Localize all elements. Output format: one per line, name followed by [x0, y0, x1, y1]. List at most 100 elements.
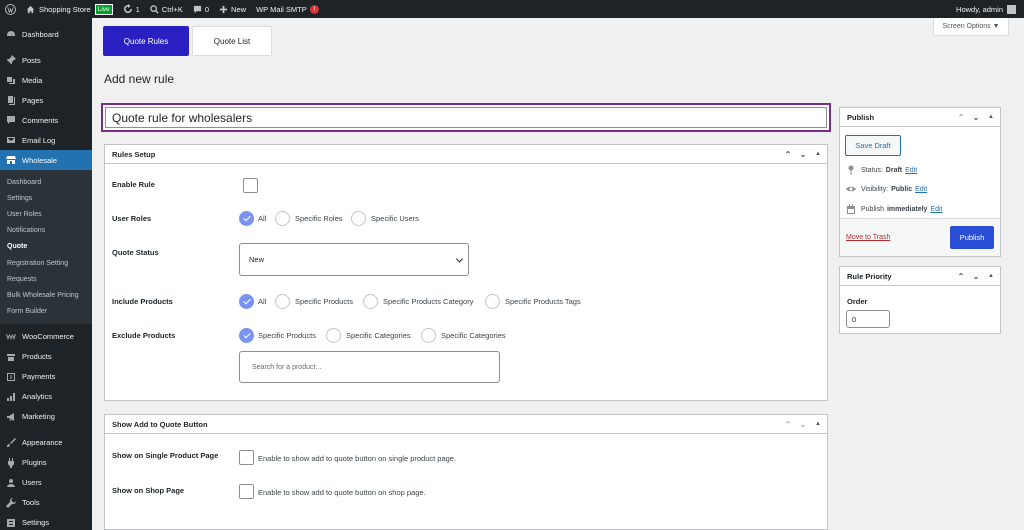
- menu-label: Wholesale: [22, 155, 58, 165]
- plug-icon: [5, 457, 17, 469]
- toggle-panel-icon[interactable]: ▲: [813, 151, 823, 157]
- product-search-input[interactable]: Search for a product...: [239, 351, 500, 383]
- move-down-icon[interactable]: ⌄: [798, 150, 808, 159]
- smtp-label: WP Mail SMTP: [256, 4, 307, 14]
- tab-quote-rules[interactable]: Quote Rules: [103, 26, 189, 56]
- rule-title-input[interactable]: Quote rule for wholesalers: [105, 107, 827, 128]
- rule-priority-header: Rule Priority ⌃ ⌄ ▲: [840, 267, 1000, 286]
- move-up-icon[interactable]: ⌃: [783, 420, 793, 429]
- exclude-specific-products-radio[interactable]: [239, 328, 254, 343]
- tab-quote-list[interactable]: Quote List: [192, 26, 272, 56]
- menu-item-posts[interactable]: Posts: [0, 50, 92, 70]
- wordpress-logo-icon[interactable]: [0, 0, 21, 18]
- site-name-link[interactable]: Shopping Store Live: [21, 0, 118, 18]
- menu-item-comments[interactable]: Comments: [0, 110, 92, 130]
- move-down-icon[interactable]: ⌄: [971, 272, 981, 281]
- screen-options-button[interactable]: Screen Options ▼: [933, 18, 1009, 36]
- edit-publish-time-link[interactable]: Edit: [930, 206, 942, 213]
- toggle-panel-icon[interactable]: ▲: [813, 421, 823, 427]
- user-roles-all-radio[interactable]: [239, 211, 254, 226]
- menu-item-plugins[interactable]: Plugins: [0, 453, 92, 473]
- search-icon: [150, 4, 159, 14]
- save-draft-button[interactable]: Save Draft: [845, 135, 901, 156]
- include-specific-tags-radio[interactable]: [485, 294, 500, 309]
- submenu-item-requests[interactable]: Requests: [0, 271, 92, 287]
- exclude-products-label: Exclude Products: [112, 331, 176, 340]
- move-down-icon[interactable]: ⌄: [971, 113, 981, 122]
- account-menu[interactable]: Howdy, admin: [956, 4, 1024, 14]
- status-label: Status:: [861, 166, 883, 174]
- admin-sidebar: Dashboard Posts Media Pages Comments Ema…: [0, 18, 92, 530]
- edit-status-link[interactable]: Edit: [905, 167, 917, 174]
- comments-link[interactable]: 0: [188, 0, 214, 18]
- calendar-icon: [847, 204, 855, 214]
- order-input[interactable]: 0: [846, 310, 890, 328]
- submenu-item-form-builder[interactable]: Form Builder: [0, 304, 92, 320]
- toggle-panel-icon[interactable]: ▲: [986, 114, 996, 120]
- rule-title-field[interactable]: Quote rule for wholesalers: [101, 103, 831, 132]
- exclude-specific-categories-label: Specific Categories: [346, 331, 411, 340]
- user-roles-specific-roles-radio[interactable]: [275, 211, 290, 226]
- quote-status-label: Quote Status: [112, 248, 159, 257]
- visibility-value: Public: [891, 185, 913, 193]
- megaphone-icon: [5, 411, 17, 423]
- enable-rule-checkbox[interactable]: [243, 178, 258, 193]
- exclude-specific-products-label: Specific Products: [258, 331, 316, 340]
- show-single-help: Enable to show add to quote button on si…: [258, 454, 457, 463]
- menu-label: Dashboard: [22, 29, 59, 39]
- menu-item-email-log[interactable]: Email Log: [0, 130, 92, 150]
- user-roles-specific-users-radio[interactable]: [351, 211, 366, 226]
- show-single-checkbox[interactable]: [239, 450, 254, 465]
- pages-icon: [5, 94, 17, 106]
- pin-icon: [848, 165, 854, 175]
- menu-item-pages[interactable]: Pages: [0, 90, 92, 110]
- updates-link[interactable]: 1: [118, 0, 145, 18]
- menu-item-woocommerce[interactable]: WooCommerce: [0, 327, 92, 347]
- edit-visibility-link[interactable]: Edit: [915, 186, 927, 193]
- move-up-icon[interactable]: ⌃: [783, 150, 793, 159]
- include-specific-category-radio[interactable]: [363, 294, 378, 309]
- exclude-specific-categories-radio[interactable]: [326, 328, 341, 343]
- panel-handles: ⌃ ⌄ ▲: [956, 272, 1000, 281]
- menu-item-payments[interactable]: Payments: [0, 367, 92, 387]
- menu-item-settings[interactable]: Settings: [0, 513, 92, 530]
- submenu-item-settings[interactable]: Settings: [0, 190, 92, 206]
- menu-item-appearance[interactable]: Appearance: [0, 433, 92, 453]
- include-specific-products-label: Specific Products: [295, 297, 353, 306]
- submenu-item-dashboard[interactable]: Dashboard: [0, 174, 92, 190]
- move-up-icon[interactable]: ⌃: [956, 272, 966, 281]
- wp-mail-smtp-link[interactable]: WP Mail SMTP !: [251, 0, 324, 18]
- move-down-icon[interactable]: ⌄: [798, 420, 808, 429]
- new-content-link[interactable]: New: [214, 0, 251, 18]
- show-add-to-quote-panel: Show Add to Quote Button ⌃ ⌄ ▲: [104, 414, 828, 530]
- publish-button[interactable]: Publish: [950, 226, 994, 249]
- submenu-item-bulk-wholesale-pricing[interactable]: Bulk Wholesale Pricing: [0, 287, 92, 303]
- pin-icon: [5, 54, 17, 66]
- submenu-item-quote[interactable]: Quote: [0, 239, 92, 255]
- search-shortcut[interactable]: Ctrl+K: [145, 0, 188, 18]
- menu-item-dashboard[interactable]: Dashboard: [0, 24, 92, 44]
- include-all-radio[interactable]: [239, 294, 254, 309]
- submenu-item-registration-setting[interactable]: Registration Setting: [0, 255, 92, 271]
- show-shop-checkbox[interactable]: [239, 484, 254, 499]
- include-specific-tags-label: Specific Products Tags: [505, 297, 581, 306]
- exclude-specific-categories-2-radio[interactable]: [421, 328, 436, 343]
- menu-label: Tools: [22, 498, 40, 508]
- menu-item-tools[interactable]: Tools: [0, 493, 92, 513]
- show-shop-label: Show on Shop Page: [112, 486, 185, 495]
- publish-title: Publish: [847, 112, 875, 122]
- toggle-panel-icon[interactable]: ▲: [986, 273, 996, 279]
- move-up-icon[interactable]: ⌃: [956, 113, 966, 122]
- submenu-item-notifications[interactable]: Notifications: [0, 223, 92, 239]
- include-specific-products-radio[interactable]: [275, 294, 290, 309]
- move-to-trash-link[interactable]: Move to Trash: [846, 234, 890, 241]
- menu-item-users[interactable]: Users: [0, 473, 92, 493]
- menu-label: Pages: [22, 95, 44, 105]
- menu-item-products[interactable]: Products: [0, 347, 92, 367]
- menu-item-marketing[interactable]: Marketing: [0, 407, 92, 427]
- menu-item-wholesale[interactable]: Wholesale: [0, 150, 92, 170]
- menu-item-media[interactable]: Media: [0, 70, 92, 90]
- quote-status-select[interactable]: New: [239, 243, 469, 276]
- menu-item-analytics[interactable]: Analytics: [0, 387, 92, 407]
- submenu-item-user-roles[interactable]: User Roles: [0, 206, 92, 222]
